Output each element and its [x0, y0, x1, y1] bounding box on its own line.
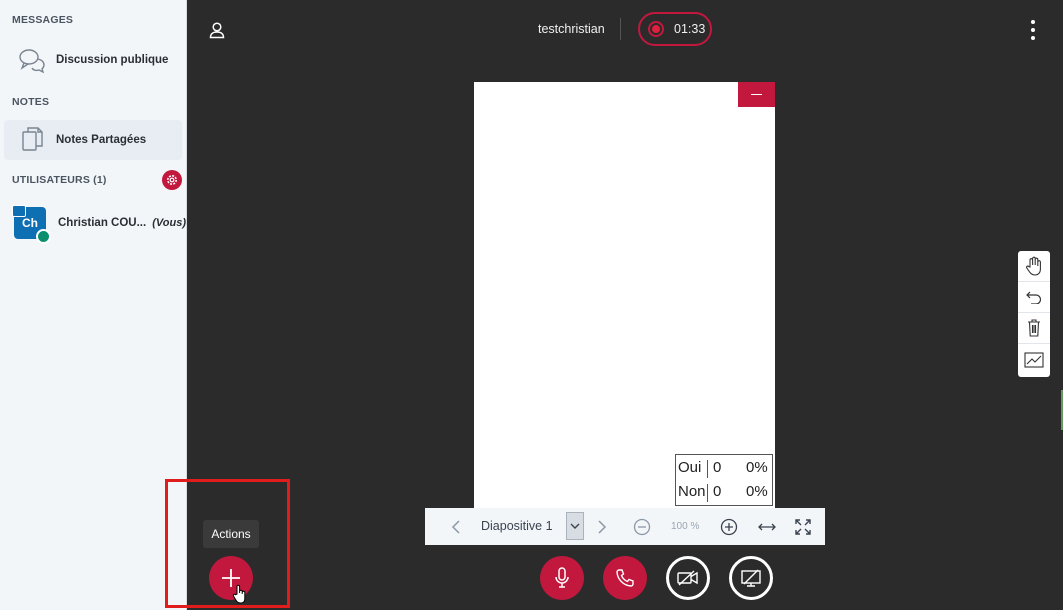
undo-icon	[1026, 291, 1042, 304]
sidebar-item-public-chat[interactable]: Discussion publique	[4, 40, 182, 80]
hand-pointer-cursor-icon	[232, 584, 248, 604]
chevron-left-icon	[451, 520, 460, 534]
actions-tooltip: Actions	[203, 520, 259, 548]
slide-selector-label: Diapositive 1	[481, 519, 553, 533]
user-list-toggle-button[interactable]	[208, 21, 226, 39]
leave-audio-button[interactable]	[603, 556, 647, 600]
sidebar: MESSAGES Discussion publique NOTES Notes…	[0, 0, 187, 610]
mute-microphone-button[interactable]	[540, 556, 584, 600]
zoom-level: 100 %	[671, 521, 700, 532]
fit-width-button[interactable]	[755, 515, 779, 539]
zoom-out-icon	[633, 518, 651, 536]
minimize-presentation-button[interactable]	[738, 82, 775, 107]
poll-percent: 0%	[746, 483, 768, 500]
documents-icon	[12, 124, 52, 156]
recording-time: 01:33	[674, 22, 706, 36]
presentation-slide[interactable]	[474, 82, 775, 508]
microphone-icon	[555, 567, 569, 588]
multi-user-whiteboard-button[interactable]	[1018, 344, 1050, 375]
zoom-in-icon	[720, 518, 738, 536]
clear-annotations-button[interactable]	[1018, 313, 1050, 344]
fit-width-icon	[758, 523, 776, 531]
public-chat-label: Discussion publique	[56, 54, 169, 66]
zoom-out-button[interactable]	[630, 515, 654, 539]
presenter-icon	[12, 205, 26, 217]
poll-row: Oui 0 0%	[676, 456, 774, 480]
user-icon	[209, 22, 225, 39]
user-list-item[interactable]: Ch Christian COU... (Vous)	[12, 203, 186, 244]
webcam-off-icon	[677, 570, 698, 586]
minus-icon	[751, 93, 762, 96]
avatar: Ch	[12, 205, 51, 244]
record-icon	[648, 21, 664, 37]
messages-section-title: MESSAGES	[12, 14, 74, 26]
chat-bubbles-icon	[12, 44, 52, 76]
microphone-status-icon	[36, 229, 51, 244]
whiteboard-icon	[1024, 351, 1044, 368]
avatar-initials: Ch	[22, 216, 38, 230]
zoom-in-button[interactable]	[717, 515, 741, 539]
previous-slide-button[interactable]	[444, 515, 468, 539]
undo-button[interactable]	[1018, 282, 1050, 313]
header-divider	[620, 18, 621, 40]
user-you-label: (Vous)	[152, 217, 186, 229]
pan-tool-button[interactable]	[1018, 251, 1050, 282]
more-vertical-icon	[1031, 20, 1035, 24]
meeting-app: MESSAGES Discussion publique NOTES Notes…	[0, 0, 1063, 610]
poll-percent: 0%	[746, 459, 768, 476]
whiteboard-toolbar	[1018, 251, 1050, 377]
share-screen-button[interactable]	[729, 556, 773, 600]
gear-icon	[167, 175, 177, 185]
poll-row: Non 0 0%	[676, 480, 774, 504]
shared-notes-label: Notes Partagées	[56, 134, 147, 146]
options-menu-button[interactable]	[1026, 20, 1040, 40]
hand-icon	[1026, 256, 1041, 276]
notes-section-title: NOTES	[12, 96, 50, 108]
phone-icon	[616, 569, 634, 587]
poll-option: Oui	[678, 459, 702, 476]
trash-icon	[1028, 319, 1040, 337]
fullscreen-icon	[795, 519, 811, 535]
share-webcam-button[interactable]	[666, 556, 710, 600]
screenshare-off-icon	[741, 569, 761, 587]
fullscreen-button[interactable]	[791, 515, 815, 539]
poll-option: Non	[678, 483, 706, 500]
poll-votes: 0	[713, 459, 722, 476]
chevron-right-icon	[598, 520, 607, 534]
poll-results-table: Oui 0 0% Non 0 0%	[675, 454, 773, 506]
slide-selector-dropdown[interactable]	[566, 512, 584, 540]
slide-selector[interactable]: Diapositive 1	[471, 512, 567, 540]
meeting-title: testchristian	[538, 22, 605, 36]
sidebar-item-shared-notes[interactable]: Notes Partagées	[4, 120, 182, 160]
recording-indicator[interactable]: 01:33	[638, 12, 712, 46]
chevron-down-icon	[570, 523, 580, 529]
poll-votes: 0	[713, 483, 722, 500]
users-settings-button[interactable]	[162, 170, 182, 190]
users-section-title: UTILISATEURS (1)	[12, 174, 107, 186]
user-name: Christian COU...	[58, 217, 147, 229]
next-slide-button[interactable]	[590, 515, 614, 539]
